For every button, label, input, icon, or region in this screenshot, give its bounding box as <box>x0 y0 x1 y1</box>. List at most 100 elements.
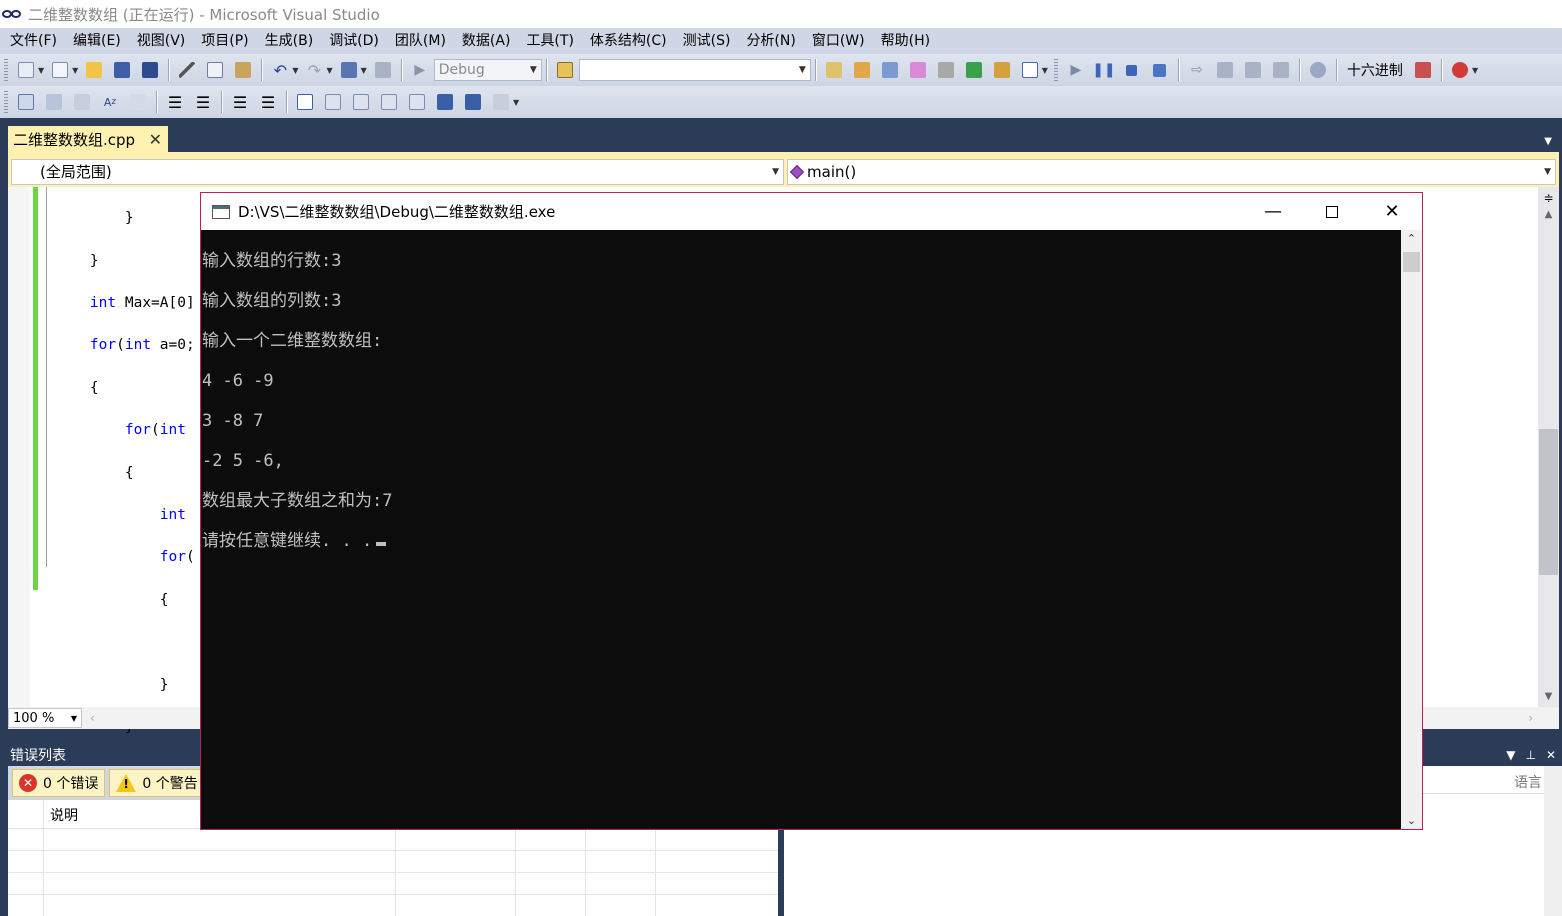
console-output[interactable]: 输入数组的行数:3 输入数组的列数:3 输入一个二维整数数组: 4 -6 -9 … <box>201 230 1401 829</box>
menu-window[interactable]: 窗口(W) <box>804 28 873 54</box>
console-window[interactable]: D:\VS\二维整数数组\Debug\二维整数数组.exe — ✕ 输入数组的行… <box>200 192 1423 830</box>
find-in-files-icon[interactable] <box>553 58 577 82</box>
cut-icon[interactable] <box>175 58 199 82</box>
pin-icon[interactable]: ⊥ <box>1525 748 1535 762</box>
menu-build[interactable]: 生成(B) <box>257 28 322 54</box>
comment-out-icon[interactable]: ☰ <box>228 90 252 114</box>
find-combo[interactable]: ▼ <box>578 59 811 81</box>
show-next-statement-icon[interactable]: ⇨ <box>1185 58 1209 82</box>
right-panel-scrollbar[interactable] <box>1544 766 1562 916</box>
clear-bookmarks-icon[interactable] <box>489 90 513 114</box>
close-window-button[interactable]: ✕ <box>1363 193 1421 230</box>
copy-icon[interactable] <box>203 58 227 82</box>
column-header-language[interactable]: 语言 <box>1514 772 1542 792</box>
new-project-dropdown-icon[interactable]: ▼ <box>38 66 44 75</box>
more-buttons-dropdown-icon[interactable]: ▼ <box>1042 66 1048 75</box>
column-header-description[interactable]: 说明 <box>50 805 78 825</box>
previous-bookmark-icon[interactable] <box>321 90 345 114</box>
save-all-icon[interactable] <box>138 58 162 82</box>
stop-debugging-icon[interactable] <box>1120 58 1144 82</box>
menu-test[interactable]: 测试(S) <box>675 28 739 54</box>
save-icon[interactable] <box>110 58 134 82</box>
properties-icon[interactable] <box>878 58 902 82</box>
parameter-info-icon[interactable] <box>42 90 66 114</box>
zoom-select[interactable]: 100 % ▼ <box>8 708 82 728</box>
restart-icon[interactable] <box>1148 58 1172 82</box>
tab-cpp-file[interactable]: 二维整数数组.cpp ✕ <box>8 126 168 152</box>
continue-icon[interactable]: ▶ <box>1064 58 1088 82</box>
increase-indent-icon[interactable]: ☰ <box>191 90 215 114</box>
close-icon[interactable]: ✕ <box>149 130 162 149</box>
toolbar-grip[interactable] <box>4 59 8 81</box>
decrease-indent-icon[interactable]: ☰ <box>163 90 187 114</box>
member-select[interactable]: main() ▼ <box>787 158 1556 185</box>
scroll-down-icon[interactable]: ⌄ <box>1401 814 1422 827</box>
console-title-bar[interactable]: D:\VS\二维整数数组\Debug\二维整数数组.exe — ✕ <box>201 193 1422 230</box>
active-files-dropdown-icon[interactable]: ▼ <box>1544 136 1552 147</box>
scope-select[interactable]: (全局范围) ▼ <box>11 158 785 185</box>
scroll-up-icon[interactable]: ⌃ <box>1401 232 1422 245</box>
redo-dropdown-icon[interactable]: ▼ <box>326 66 332 75</box>
break-all-icon[interactable]: ❚❚ <box>1092 58 1116 82</box>
menu-view[interactable]: 视图(V) <box>129 28 194 54</box>
panel-menu-icon[interactable]: ▼ <box>1506 748 1515 762</box>
redo-icon[interactable]: ↷ <box>302 58 326 82</box>
new-project-icon[interactable] <box>14 58 38 82</box>
errors-filter-button[interactable]: ✕ 0 个错误 <box>12 769 106 797</box>
extension-manager-icon[interactable] <box>990 58 1014 82</box>
warnings-filter-button[interactable]: ! 0 个警告 <box>109 769 205 797</box>
step-over-icon[interactable] <box>1241 58 1265 82</box>
menu-edit[interactable]: 编辑(E) <box>65 28 129 54</box>
close-panel-icon[interactable]: ✕ <box>1546 748 1556 762</box>
step-into-icon[interactable] <box>1213 58 1237 82</box>
menu-file[interactable]: 文件(F) <box>2 28 65 54</box>
scroll-right-icon[interactable]: › <box>1528 711 1533 725</box>
display-object-member-list-icon[interactable] <box>14 90 38 114</box>
previous-bookmark-in-document-icon[interactable] <box>433 90 457 114</box>
editor-vertical-scrollbar[interactable]: ≑ ▲ ▼ <box>1538 187 1559 707</box>
undo-dropdown-icon[interactable]: ▼ <box>292 66 298 75</box>
scroll-left-icon[interactable]: ‹ <box>90 711 95 725</box>
menu-architecture[interactable]: 体系结构(C) <box>582 28 675 54</box>
hexadecimal-display-button[interactable]: 十六进制 <box>1347 60 1403 80</box>
undo-icon[interactable]: ↶ <box>268 58 292 82</box>
navigate-forward-icon[interactable] <box>371 58 395 82</box>
maximize-button[interactable] <box>1303 193 1361 230</box>
toolbar-grip[interactable] <box>1053 59 1058 81</box>
quick-info-icon[interactable] <box>70 90 94 114</box>
split-window-icon[interactable]: ≑ <box>1541 189 1556 207</box>
menu-analyze[interactable]: 分析(N) <box>738 28 803 54</box>
toolbar-grip[interactable] <box>4 91 8 113</box>
minimize-button[interactable]: — <box>1244 193 1302 230</box>
scroll-thumb[interactable] <box>1403 252 1420 272</box>
add-item-icon[interactable] <box>48 58 72 82</box>
breakpoints-window-icon[interactable] <box>1448 58 1472 82</box>
uncomment-icon[interactable]: ☰ <box>256 90 280 114</box>
navigate-dropdown-icon[interactable]: ▼ <box>361 66 367 75</box>
scroll-down-icon[interactable]: ▼ <box>1538 691 1559 705</box>
solution-explorer-icon[interactable] <box>850 58 874 82</box>
menu-team[interactable]: 团队(M) <box>387 28 454 54</box>
menu-debug[interactable]: 调试(D) <box>321 28 387 54</box>
next-bookmark-in-document-icon[interactable] <box>461 90 485 114</box>
console-scrollbar[interactable]: ⌃ ⌄ <box>1401 230 1422 829</box>
next-bookmark-icon[interactable] <box>349 90 373 114</box>
complete-word-icon[interactable]: Az <box>98 90 122 114</box>
object-browser-icon[interactable] <box>906 58 930 82</box>
toolbox-icon[interactable] <box>934 58 958 82</box>
paste-icon[interactable] <box>231 58 255 82</box>
find-icon[interactable] <box>822 58 846 82</box>
add-item-dropdown-icon[interactable]: ▼ <box>72 66 78 75</box>
step-out-icon[interactable] <box>1269 58 1293 82</box>
open-file-icon[interactable] <box>82 58 106 82</box>
toggle-bookmark-icon[interactable] <box>293 90 317 114</box>
format-icon[interactable] <box>126 90 150 114</box>
start-debugging-icon[interactable]: ▶ <box>408 58 432 82</box>
command-window-icon[interactable] <box>1018 58 1042 82</box>
previous-bookmark-in-folder-icon[interactable] <box>377 90 401 114</box>
indicator-margin[interactable] <box>8 187 30 707</box>
menu-data[interactable]: 数据(A) <box>454 28 519 54</box>
menu-tools[interactable]: 工具(T) <box>518 28 581 54</box>
scroll-thumb[interactable] <box>1539 429 1558 575</box>
solution-configuration-select[interactable]: Debug ▼ <box>433 59 542 81</box>
